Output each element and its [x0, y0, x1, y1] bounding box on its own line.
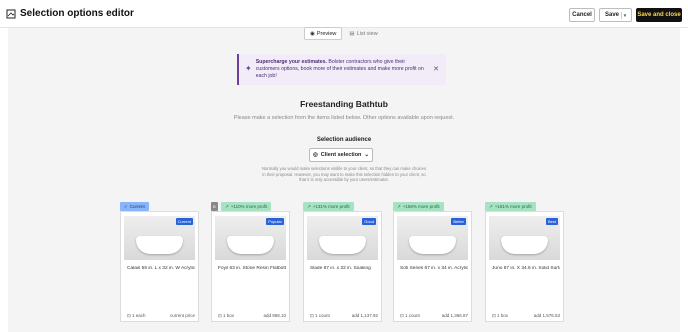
option-qty: ⊡ 1 count: [310, 313, 330, 319]
option-badge: Best: [545, 218, 558, 225]
bathtub-shape: [319, 236, 366, 254]
eye-icon: ◉: [310, 30, 315, 37]
option-qty: ⊡ 1 count: [400, 313, 420, 319]
option-tag-label: +131% more profit: [312, 204, 350, 209]
option-tag: ↗ +131% more profit: [303, 202, 354, 211]
bathtub-shape: [136, 236, 183, 254]
option-tag-label: +156% more profit: [402, 204, 440, 209]
bathtub-image: Current: [124, 216, 195, 260]
list-icon: ▤: [349, 30, 355, 37]
option-card[interactable]: Popular Foyil 63 in. Stone Resin Flatbott…: [211, 211, 290, 322]
option-name: Juno 67 in. X 34.6 in. Solid Surface: [492, 266, 560, 271]
option-price: add 1,137.92: [351, 313, 378, 318]
save-button[interactable]: Save ▾: [599, 8, 632, 22]
check-icon: ✓: [124, 203, 128, 209]
option-qty-label: 1 each: [132, 313, 146, 318]
trend-up-icon: ↗: [397, 203, 401, 209]
bathtub-shape: [501, 236, 548, 254]
option-price: add 1,366.87: [441, 313, 468, 318]
save-label: Save: [605, 12, 620, 18]
product-title: Freestanding Bathtub: [300, 99, 388, 109]
page-title: Selection options editor: [20, 8, 134, 19]
bathtub-image: Better: [397, 216, 468, 260]
option-tag: ↗ +156% more profit: [393, 202, 444, 211]
option-qty-label: 1 box: [223, 313, 235, 318]
trend-up-icon: ↗: [225, 203, 229, 209]
close-icon[interactable]: ✕: [433, 65, 439, 73]
option-tag-label: +181% more profit: [494, 204, 532, 209]
chevron-down-icon[interactable]: ▾: [621, 12, 628, 19]
option-box-tag: B: [211, 202, 218, 211]
option-name: Slade 67 in. x 32 in. Soaking: [310, 266, 371, 271]
option-footer: ⊡ 1 count add 1,366.87: [400, 313, 468, 319]
option-footer: ⊡ 1 each current price: [127, 313, 195, 319]
banner-text: Supercharge your estimates. Bolster cont…: [256, 59, 428, 80]
option-tag: ↗ +110% more profit: [221, 202, 272, 211]
option-tag-label: +110% more profit: [230, 204, 268, 209]
cancel-button[interactable]: Cancel: [569, 8, 595, 22]
tab-list-view[interactable]: ▤ List view: [344, 27, 382, 40]
option-badge: Popular: [266, 218, 284, 225]
editor-icon: [6, 9, 16, 18]
chevron-down-icon: ⌄: [364, 152, 370, 158]
save-and-close-button[interactable]: Save and close: [636, 8, 682, 22]
product-subtitle: Please make a selection from the items l…: [233, 115, 455, 121]
view-toggle: ◉ Preview ▤ List view: [304, 27, 383, 40]
option-footer: ⊡ 1 box add 958.10: [218, 313, 286, 319]
bathtub-image: Best: [489, 216, 560, 260]
option-tag-label: Current: [129, 204, 145, 209]
option-card[interactable]: Better Sofi Series 67 in. x 34 in. Acryli…: [393, 211, 472, 322]
bathtub-shape: [227, 236, 274, 254]
option-card[interactable]: Best Juno 67 in. X 34.6 in. Solid Surface…: [485, 211, 564, 322]
sparkle-icon: ✦: [245, 64, 252, 73]
option-name: Foyil 63 in. Stone Resin Flatbottom: [218, 266, 286, 271]
option-card[interactable]: Good Slade 67 in. x 32 in. Soaking ⊡ 1 cou…: [303, 211, 382, 322]
tab-list-label: List view: [356, 30, 378, 37]
option-footer: ⊡ 1 count add 1,137.92: [310, 313, 378, 319]
option-footer: ⊡ 1 box add 1,576.53: [492, 313, 560, 319]
tab-preview-label: Preview: [316, 30, 337, 37]
client-icon: ◎: [312, 152, 318, 158]
audience-select[interactable]: ◎ Client selection ⌄: [309, 148, 373, 162]
tab-preview[interactable]: ◉ Preview: [304, 27, 343, 40]
audience-help-text: Normally you would make selections visib…: [261, 166, 427, 183]
option-price: current price: [169, 313, 195, 318]
bathtub-image: Popular: [215, 216, 286, 260]
bathtub-image: Good: [307, 216, 378, 260]
title-wrap: Selection options editor: [6, 8, 134, 19]
option-badge: Good: [362, 218, 376, 225]
option-price: add 958.10: [263, 313, 286, 318]
trend-up-icon: ↗: [307, 203, 311, 209]
option-tag: ✓ Current: [120, 202, 149, 211]
promo-banner: ✦ Supercharge your estimates. Bolster co…: [237, 54, 446, 85]
option-price: add 1,576.53: [533, 313, 560, 318]
banner-strong: Supercharge your estimates.: [255, 59, 327, 65]
option-tag: ↗ +181% more profit: [485, 202, 536, 211]
option-qty-label: 1 count: [315, 313, 330, 318]
top-bar: Selection options editor Cancel Save ▾ S…: [0, 0, 688, 28]
trend-up-icon: ↗: [489, 203, 493, 209]
option-name: Sofi Series 67 in. x 34 in. Acrylic: [400, 266, 468, 271]
option-qty: ⊡ 1 box: [218, 313, 234, 319]
option-name: Calais 55 in. L x 32 in. W Acrylic: [127, 266, 195, 271]
option-badge: Current: [175, 218, 193, 225]
option-qty: ⊡ 1 box: [492, 313, 508, 319]
audience-title: Selection audience: [316, 137, 372, 143]
option-card[interactable]: Current Calais 55 in. L x 32 in. W Acryli…: [120, 211, 199, 322]
bathtub-shape: [409, 236, 456, 254]
audience-value: Client selection: [320, 152, 362, 158]
option-badge: Better: [451, 218, 466, 225]
option-qty: ⊡ 1 each: [127, 313, 146, 319]
option-qty-label: 1 count: [405, 313, 420, 318]
option-qty-label: 1 box: [497, 313, 509, 318]
